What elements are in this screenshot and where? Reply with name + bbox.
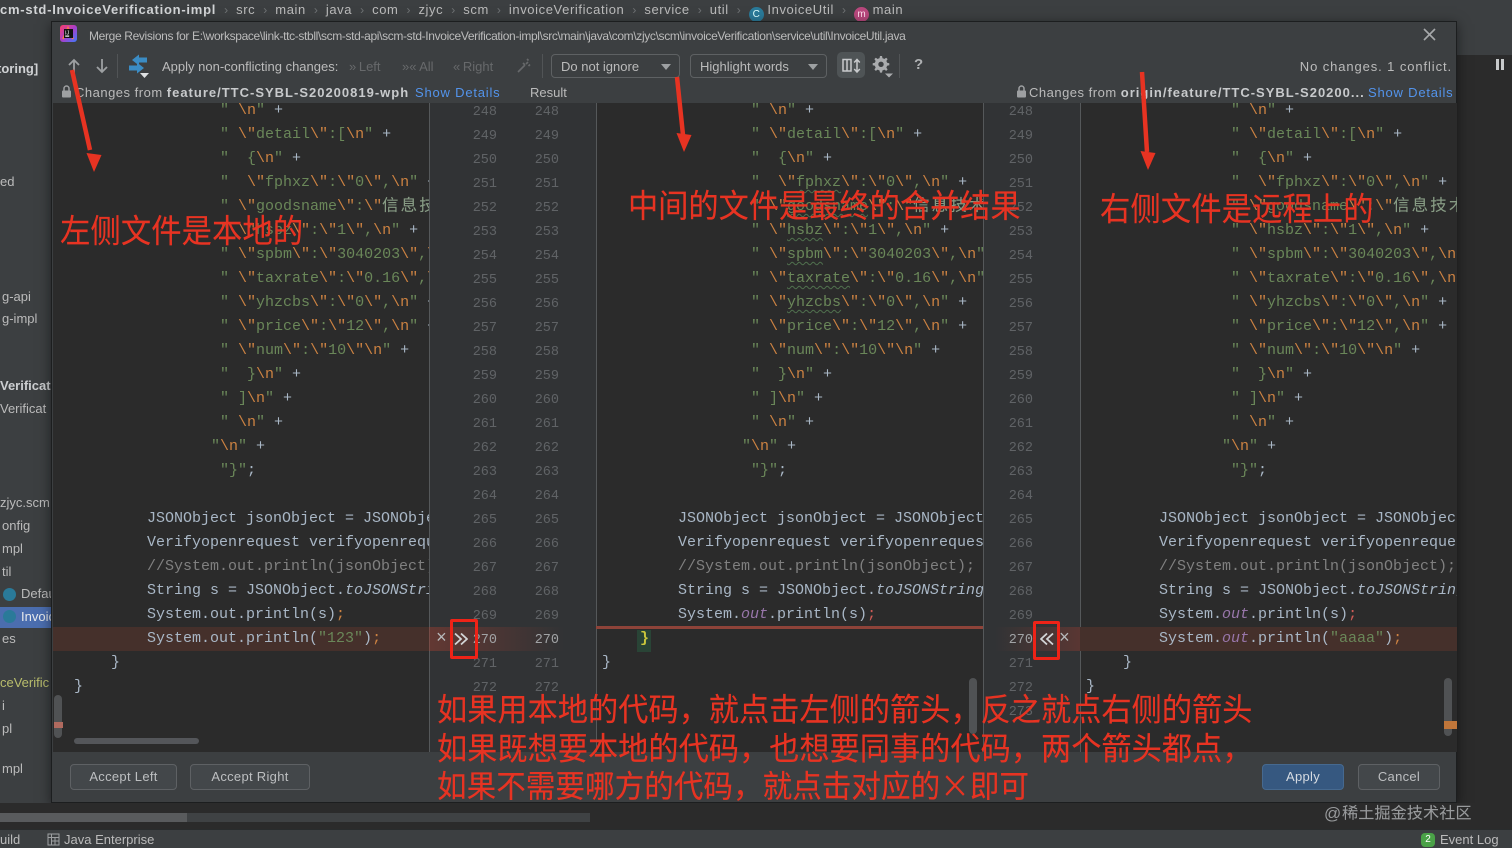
svg-text:IJ: IJ: [65, 31, 70, 37]
